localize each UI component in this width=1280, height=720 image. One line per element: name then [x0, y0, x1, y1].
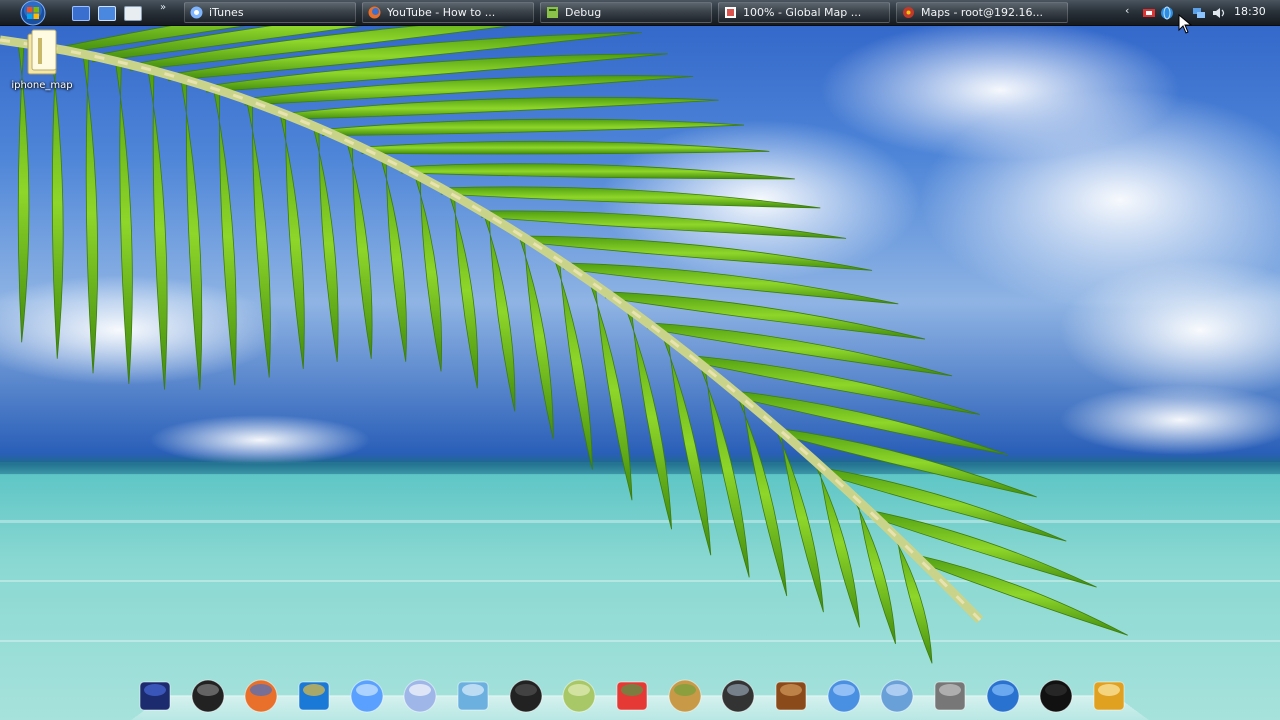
- palm-leaflet: [735, 392, 788, 597]
- firefox-icon: [368, 6, 381, 19]
- taskbar-item-global-map[interactable]: 100% - Global Map ...: [718, 2, 890, 23]
- globe-icon: [668, 679, 702, 713]
- folder-icon: [27, 29, 57, 75]
- palm-leaflet: [346, 140, 373, 359]
- taskbar-item-label: Maps - root@192.16...: [921, 6, 1043, 19]
- palm-leaflet: [482, 212, 516, 412]
- tray-expand-button[interactable]: ‹: [1125, 4, 1129, 17]
- palm-leaflet: [413, 173, 443, 372]
- start-button[interactable]: [12, 0, 54, 26]
- itunes-icon: [350, 679, 384, 713]
- taskbar-item-label: iTunes: [209, 6, 244, 19]
- palm-leaflet: [517, 233, 554, 440]
- notepad-icon[interactable]: [124, 6, 142, 21]
- rocket-icon: [403, 679, 437, 713]
- desktop-icon-label: iphone_map: [11, 80, 73, 91]
- dock-item-tools[interactable]: [927, 676, 973, 716]
- dock-item-photo-album[interactable]: [768, 676, 814, 716]
- palm-leaflet: [773, 424, 824, 613]
- palm-leaflet: [552, 256, 593, 470]
- internet-explorer-icon: [298, 681, 330, 711]
- dock-item-computer[interactable]: [132, 676, 178, 716]
- folder-documents-icon: [880, 679, 914, 713]
- dock-item-rocket[interactable]: [397, 676, 443, 716]
- volume-icon[interactable]: [1212, 6, 1226, 20]
- taskbar-item-label: YouTube - How to ...: [387, 6, 496, 19]
- palm-leaflet: [283, 97, 719, 120]
- tshirt-icon: [1039, 679, 1073, 713]
- quick-launch-more-button[interactable]: »: [160, 2, 166, 13]
- printer-icon: [191, 679, 225, 713]
- dock-item-tshirt[interactable]: [1033, 676, 1079, 716]
- dock-item-wrench-tools[interactable]: [1086, 676, 1132, 716]
- sea-shimmer: [0, 520, 1280, 642]
- palm-leaflet: [647, 322, 953, 377]
- taskbar: » iTunes YouTube - How to ... Debug 100%…: [0, 0, 1280, 26]
- network-globe-icon: [986, 679, 1020, 713]
- picasa-icon: [616, 681, 648, 711]
- dock-item-folder-documents[interactable]: [874, 676, 920, 716]
- taskbar-item-label: 100% - Global Map ...: [743, 6, 862, 19]
- terminal-icon: [903, 7, 914, 18]
- palm-leaflet: [690, 355, 980, 415]
- dock-item-map-paper[interactable]: [556, 676, 602, 716]
- globe-icon[interactable]: [1160, 6, 1174, 20]
- camcorder-icon: [509, 679, 543, 713]
- dock: [120, 676, 1160, 720]
- palm-leaflet: [914, 554, 1128, 636]
- dock-item-firefox[interactable]: [238, 676, 284, 716]
- dock-item-itunes[interactable]: [344, 676, 390, 716]
- tools-icon: [934, 681, 966, 711]
- palm-leaflet: [448, 192, 479, 389]
- show-desktop-icon[interactable]: [72, 6, 90, 21]
- palm-leaflet: [312, 125, 339, 362]
- debug-icon: [547, 7, 558, 18]
- dock-item-picasa[interactable]: [609, 676, 655, 716]
- palm-leaflet: [279, 111, 305, 369]
- taskbar-item-youtube[interactable]: YouTube - How to ...: [362, 2, 534, 23]
- mouse-cursor: [1178, 14, 1192, 34]
- taskbar-item-label: Debug: [565, 6, 602, 19]
- taskbar-item-debug[interactable]: Debug: [540, 2, 712, 23]
- dock-item-network-globe[interactable]: [980, 676, 1026, 716]
- network-icon[interactable]: [1192, 6, 1206, 20]
- network-alert-icon[interactable]: [1142, 6, 1156, 20]
- map-paper-icon: [562, 679, 596, 713]
- dock-item-internet-explorer[interactable]: [291, 676, 337, 716]
- folder-icon: [827, 679, 861, 713]
- dock-item-camcorder[interactable]: [503, 676, 549, 716]
- dock-item-notepad[interactable]: [450, 676, 496, 716]
- photo-album-icon: [775, 681, 807, 711]
- wrench-tools-icon: [1093, 681, 1125, 711]
- firefox-icon: [244, 679, 278, 713]
- desktop[interactable]: » iTunes YouTube - How to ... Debug 100%…: [0, 0, 1280, 720]
- laptop-icon: [721, 679, 755, 713]
- dock-item-laptop[interactable]: [715, 676, 761, 716]
- notepad-icon: [457, 681, 489, 711]
- desktop-icon-iphone-map[interactable]: iphone_map: [4, 28, 80, 98]
- wallpaper: [0, 0, 1280, 664]
- dock-item-globe[interactable]: [662, 676, 708, 716]
- itunes-icon: [190, 6, 203, 19]
- dock-item-folder[interactable]: [821, 676, 867, 716]
- palm-leaflet: [379, 156, 407, 362]
- taskbar-item-maps-terminal[interactable]: Maps - root@192.16...: [896, 2, 1068, 23]
- switch-windows-icon[interactable]: [98, 6, 116, 21]
- map-icon: [725, 7, 736, 18]
- taskbar-item-itunes[interactable]: iTunes: [184, 2, 356, 23]
- clock[interactable]: 18:30: [1234, 5, 1266, 18]
- dock-item-printer[interactable]: [185, 676, 231, 716]
- computer-icon: [139, 681, 171, 711]
